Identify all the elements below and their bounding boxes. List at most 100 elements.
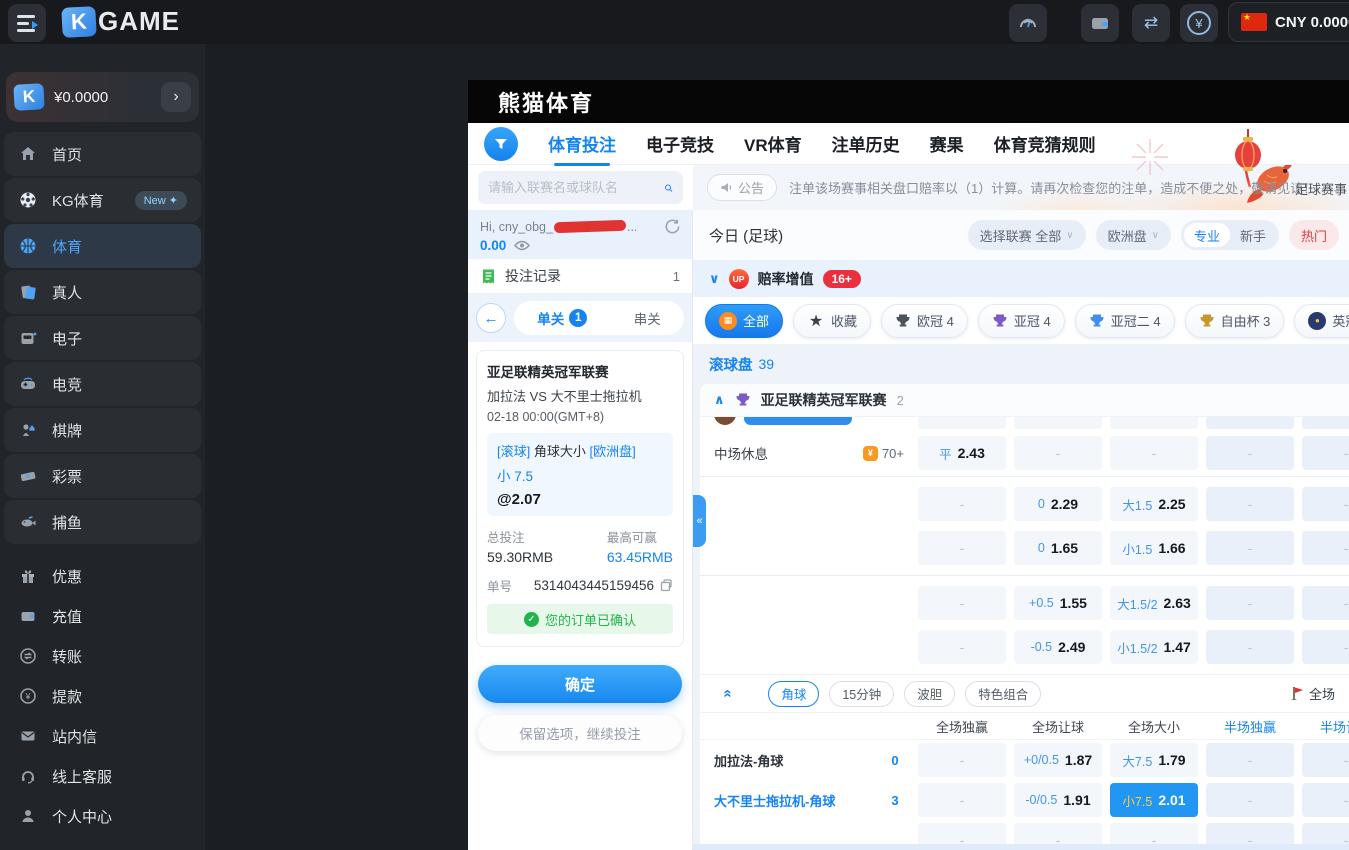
filter-icon[interactable] bbox=[484, 127, 518, 161]
eye-icon[interactable] bbox=[514, 240, 530, 251]
league-select-dropdown[interactable]: 选择联赛 全部∨ bbox=[968, 220, 1086, 250]
transfer-icon[interactable]: ⇄ bbox=[1132, 4, 1170, 42]
tab-rules[interactable]: 体育竞猜规则 bbox=[994, 131, 1096, 156]
odds-cell[interactable]: 小1.5/21.47 bbox=[1110, 630, 1198, 664]
single-bet-tab[interactable]: 单关 1 bbox=[537, 308, 587, 328]
odds-cell[interactable]: - bbox=[1302, 586, 1349, 620]
novice-option[interactable]: 新手 bbox=[1230, 226, 1276, 245]
market-type-dropdown[interactable]: 欧洲盘∨ bbox=[1096, 220, 1171, 250]
parlay-bet-tab[interactable]: 串关 bbox=[634, 308, 661, 328]
sidebar-item-lottery[interactable]: 彩票 bbox=[4, 454, 201, 498]
balance-expand-button[interactable]: › bbox=[161, 82, 191, 112]
tab-esports[interactable]: 电子竞技 bbox=[646, 131, 714, 156]
odds-cell[interactable]: 平2.43 bbox=[918, 436, 1006, 470]
tab-results[interactable]: 赛果 bbox=[930, 131, 964, 156]
odds-cell[interactable]: - bbox=[918, 743, 1006, 777]
sidebar-item-esports[interactable]: 电竞 bbox=[4, 362, 201, 406]
odds-cell[interactable]: 大1.5/22.63 bbox=[1110, 586, 1198, 620]
sidebar-item-home[interactable]: 首页 bbox=[4, 132, 201, 176]
odds-cell[interactable]: - bbox=[918, 531, 1006, 565]
chip-libertadores[interactable]: 自由杯 3 bbox=[1185, 304, 1285, 338]
odds-cell[interactable]: - bbox=[1110, 436, 1198, 470]
currency-selector[interactable]: CNY 0.0000 bbox=[1228, 2, 1349, 42]
odds-cell[interactable]: - bbox=[918, 487, 1006, 521]
sidebar-item-clipped[interactable] bbox=[4, 836, 201, 850]
back-button[interactable]: ← bbox=[476, 303, 506, 333]
sidebar-item-transfer[interactable]: 转账 bbox=[4, 636, 201, 676]
chevron-down-icon[interactable]: ∨ bbox=[709, 271, 720, 287]
odds-cell[interactable]: - bbox=[1014, 436, 1102, 470]
kgame-logo[interactable]: K GAME bbox=[62, 6, 180, 37]
wallet-icon[interactable] bbox=[1081, 4, 1119, 42]
odds-cell[interactable]: 小1.51.66 bbox=[1110, 531, 1198, 565]
odds-cell[interactable]: - bbox=[1302, 630, 1349, 664]
odds-cell[interactable]: - bbox=[1302, 487, 1349, 521]
sidebar-item-live-casino[interactable]: 真人 bbox=[4, 270, 201, 314]
pro-novice-toggle[interactable]: 专业 新手 bbox=[1181, 220, 1279, 250]
tab-vr-sports[interactable]: VR体育 bbox=[744, 131, 802, 156]
odds-cell[interactable]: - bbox=[1206, 487, 1294, 521]
chip-ucl[interactable]: 欧冠 4 bbox=[881, 304, 968, 338]
search-icon[interactable] bbox=[664, 179, 673, 197]
sidebar-item-deposit[interactable]: 充值 bbox=[4, 596, 201, 636]
odds-cell[interactable]: +0/0.51.87 bbox=[1014, 743, 1102, 777]
odds-cell[interactable]: - bbox=[918, 586, 1006, 620]
odds-cell[interactable]: - bbox=[918, 630, 1006, 664]
sidebar-item-slots[interactable]: 电子 bbox=[4, 316, 201, 360]
odds-cell[interactable]: - bbox=[1206, 531, 1294, 565]
sidebar-item-sports[interactable]: 体育 bbox=[4, 224, 201, 268]
odds-cell[interactable]: -0/0.51.91 bbox=[1014, 783, 1102, 817]
odds-cell[interactable]: 大7.51.79 bbox=[1110, 743, 1198, 777]
odds-cell[interactable]: - bbox=[1206, 743, 1294, 777]
sidebar-item-chess-cards[interactable]: 棋牌 bbox=[4, 408, 201, 452]
subtab-15min[interactable]: 15分钟 bbox=[829, 681, 894, 707]
tab-sports-betting[interactable]: 体育投注 bbox=[548, 131, 616, 156]
sidebar-item-promotions[interactable]: 优惠 bbox=[4, 556, 201, 596]
sidebar-item-profile[interactable]: 个人中心 bbox=[4, 796, 201, 836]
network-speed-icon[interactable] bbox=[1009, 4, 1047, 42]
odds-cell[interactable]: - bbox=[1302, 783, 1349, 817]
odds-cell-selected[interactable]: 小7.52.01 bbox=[1110, 783, 1198, 817]
odds-cell[interactable]: - bbox=[1302, 436, 1349, 470]
league-section-header[interactable]: ∧ 亚足联精英冠军联赛 2 bbox=[700, 384, 1349, 417]
collapse-up-icon[interactable]: « bbox=[720, 689, 737, 697]
search-input[interactable] bbox=[488, 180, 664, 195]
sidebar-item-messages[interactable]: 站内信 bbox=[4, 716, 201, 756]
odds-cell[interactable]: 02.29 bbox=[1014, 487, 1102, 521]
chevron-up-icon[interactable]: ∧ bbox=[714, 392, 725, 408]
odds-cell[interactable]: - bbox=[918, 783, 1006, 817]
hamburger-menu-icon[interactable] bbox=[8, 4, 46, 42]
chip-all[interactable]: ▦ 全部 bbox=[705, 304, 783, 338]
chip-acl[interactable]: 亚冠 4 bbox=[978, 304, 1065, 338]
chip-acl2[interactable]: 亚冠二 4 bbox=[1075, 304, 1175, 338]
sidebar-item-fishing[interactable]: 捕鱼 bbox=[4, 500, 201, 544]
pro-option[interactable]: 专业 bbox=[1184, 223, 1230, 247]
withdraw-icon[interactable]: ¥ bbox=[1180, 4, 1218, 42]
odds-cell[interactable]: - bbox=[1206, 436, 1294, 470]
subtab-corners[interactable]: 角球 bbox=[768, 681, 819, 707]
tab-bet-history[interactable]: 注单历史 bbox=[832, 131, 900, 156]
collapse-panel-handle[interactable]: « bbox=[693, 495, 706, 547]
bet-record-row[interactable]: 投注记录 1 bbox=[468, 259, 692, 294]
odds-cell[interactable]: - bbox=[1206, 783, 1294, 817]
odds-cell[interactable]: - bbox=[1302, 531, 1349, 565]
sidebar-item-kg-sports[interactable]: KG体育 New ✦ bbox=[4, 178, 201, 222]
sidebar-item-support[interactable]: 线上客服 bbox=[4, 756, 201, 796]
scope-fulltime[interactable]: 全场 bbox=[1291, 684, 1335, 703]
subtab-correct-score[interactable]: 波胆 bbox=[904, 681, 955, 707]
keep-selection-button[interactable]: 保留选项，继续投注 bbox=[478, 715, 682, 751]
odds-cell[interactable]: - bbox=[1206, 630, 1294, 664]
subtab-specials[interactable]: 特色组合 bbox=[965, 681, 1041, 707]
odds-cell[interactable]: - bbox=[1206, 586, 1294, 620]
chip-championship[interactable]: ● 英冠 2 bbox=[1294, 304, 1349, 338]
copy-icon[interactable] bbox=[660, 579, 673, 592]
odds-cell[interactable]: 01.65 bbox=[1014, 531, 1102, 565]
league-search[interactable] bbox=[478, 171, 683, 204]
odds-cell[interactable]: 大1.52.25 bbox=[1110, 487, 1198, 521]
confirm-button[interactable]: 确定 bbox=[478, 665, 682, 703]
odds-boost-row[interactable]: ∨ UP 赔率增值 16+ bbox=[693, 260, 1349, 297]
sidebar-item-withdraw[interactable]: ¥ 提款 bbox=[4, 676, 201, 716]
hot-filter[interactable]: 热门 bbox=[1289, 220, 1339, 250]
odds-cell[interactable]: +0.51.55 bbox=[1014, 586, 1102, 620]
refresh-balance-icon[interactable] bbox=[663, 217, 682, 236]
